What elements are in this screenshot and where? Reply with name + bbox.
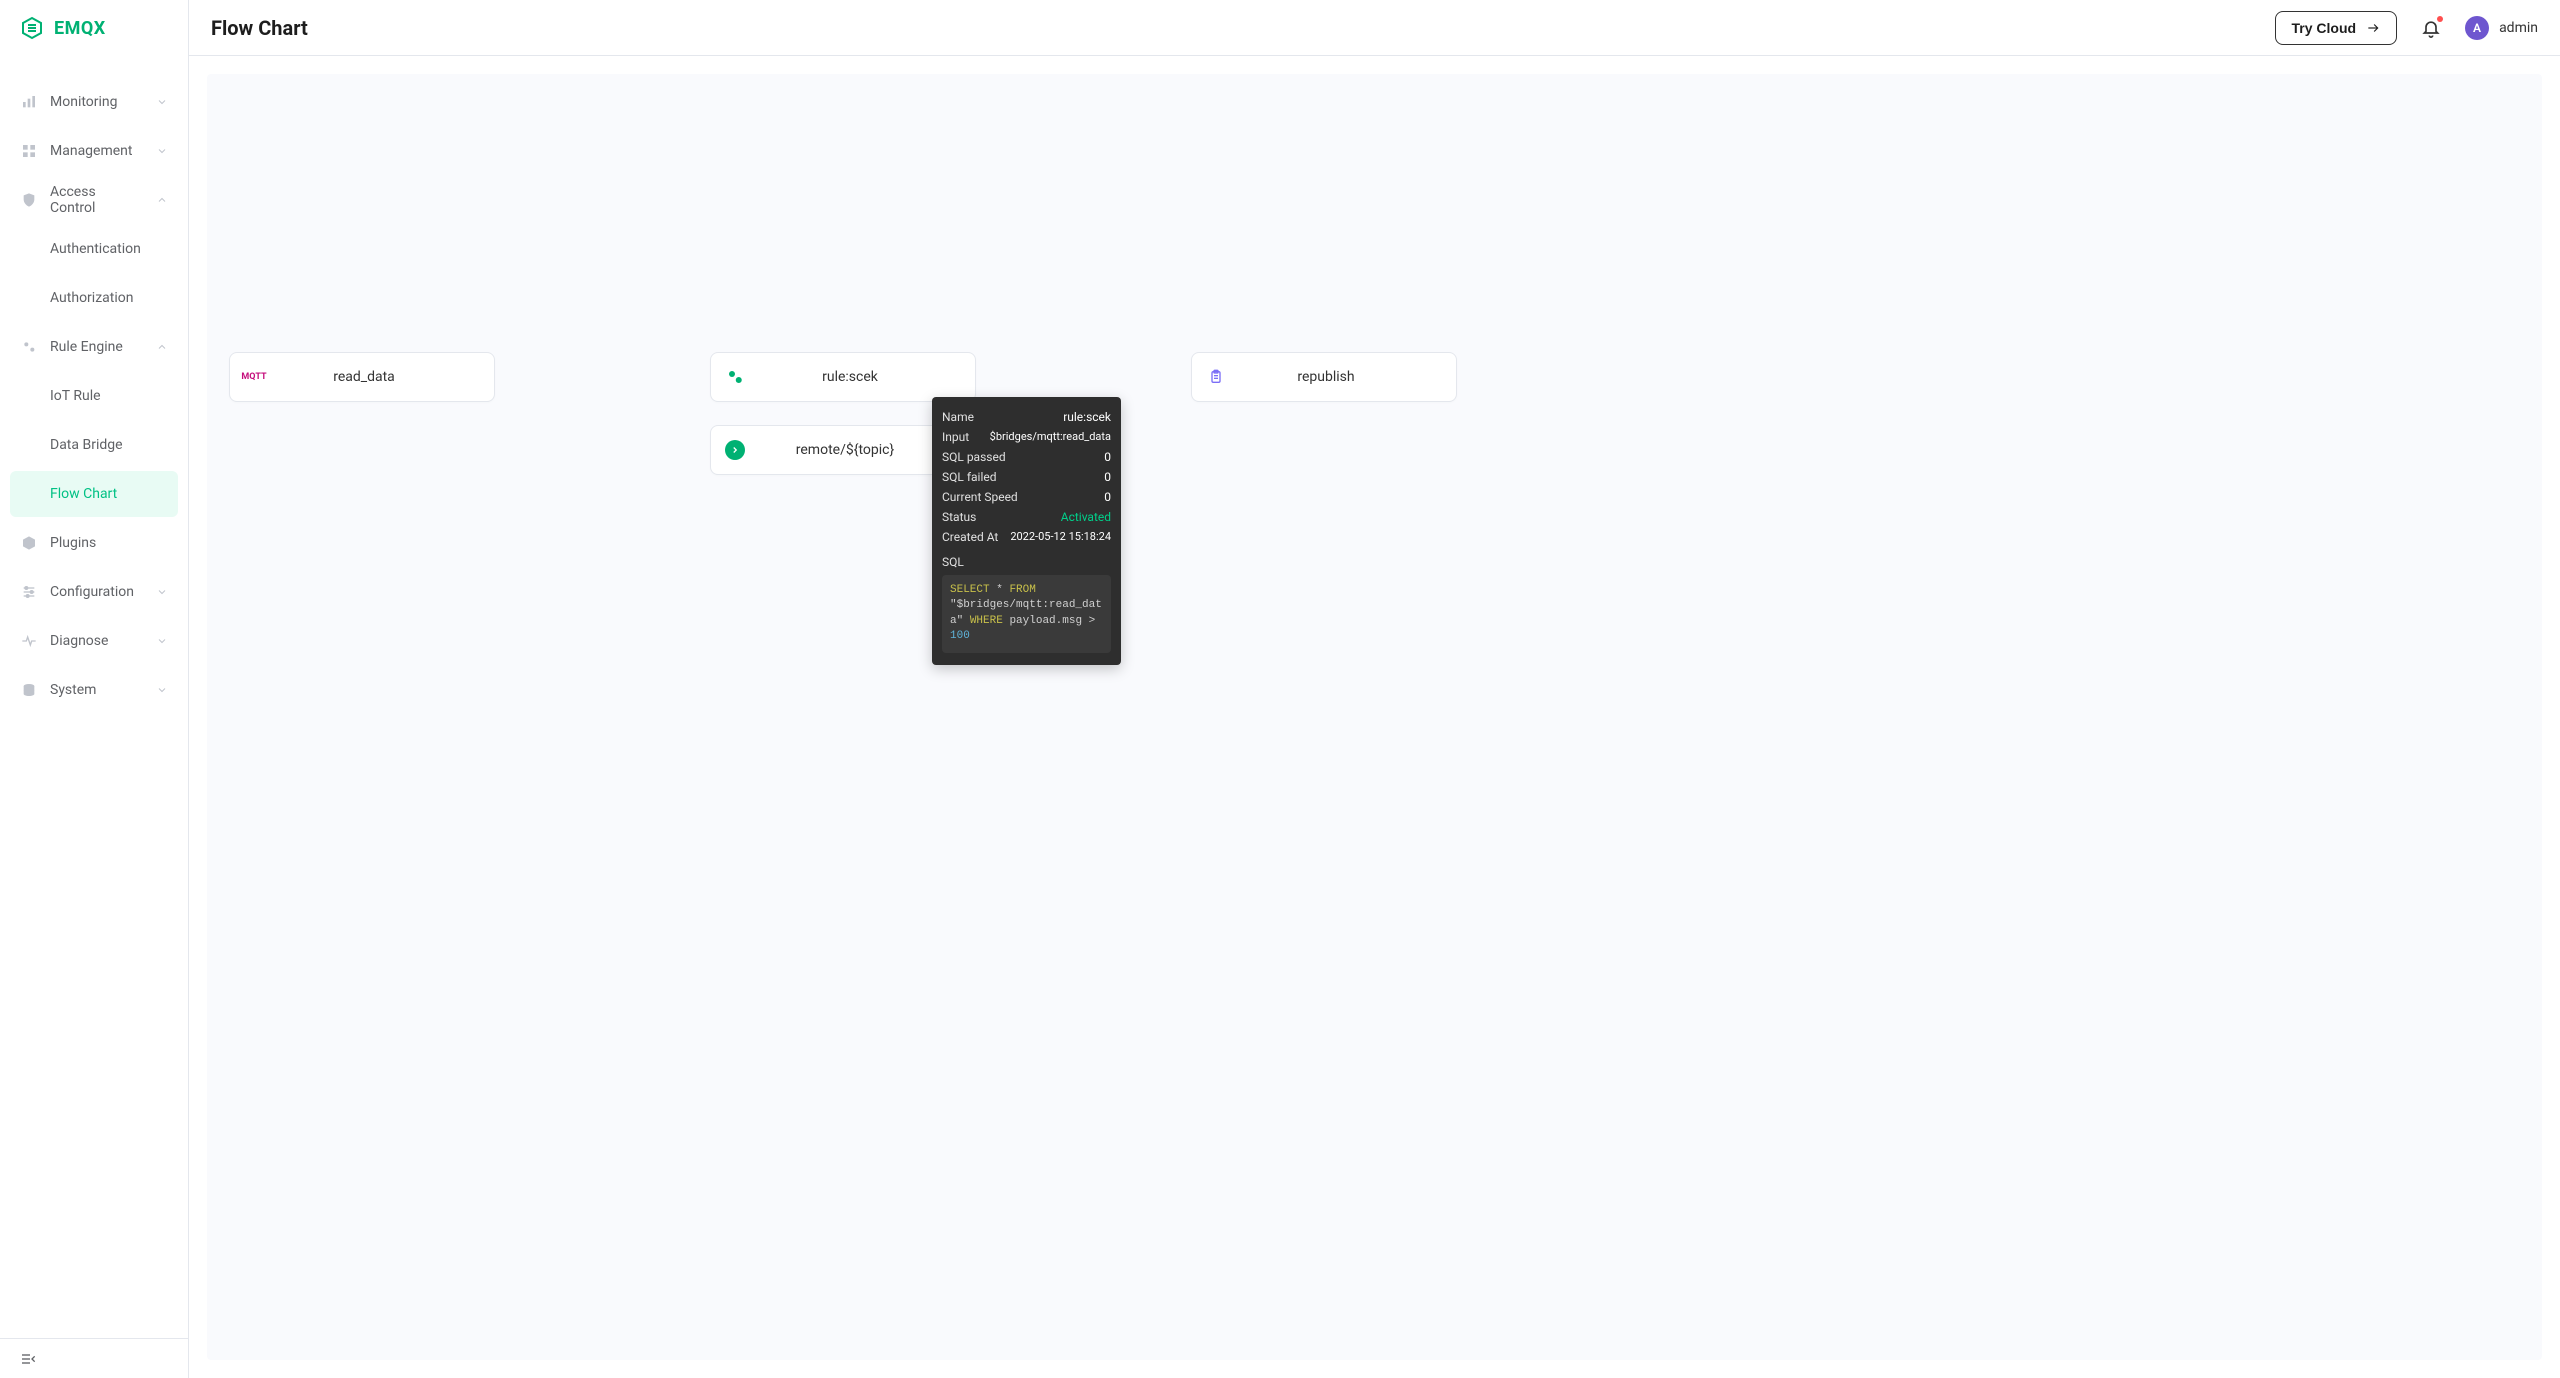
- chart-bar-icon: [20, 93, 38, 111]
- sidebar-item-configuration[interactable]: Configuration: [10, 569, 178, 615]
- node-rule[interactable]: rule:scek: [710, 352, 976, 402]
- node-label: republish: [1240, 369, 1442, 385]
- chevron-up-icon: [156, 341, 168, 353]
- pv-sql-failed-label: SQL failed: [942, 470, 997, 484]
- brand-text: EMQX: [54, 18, 106, 39]
- sidebar-item-label: Access Control: [50, 184, 144, 216]
- chevron-down-icon: [156, 96, 168, 108]
- sidebar-item-plugins[interactable]: Plugins: [10, 520, 178, 566]
- pv-status-label: Status: [942, 510, 976, 524]
- rule-tooltip: Name rule:scek Input $bridges/mqtt:read_…: [932, 397, 1121, 665]
- logo[interactable]: EMQX: [0, 0, 188, 56]
- notification-dot: [2437, 16, 2443, 22]
- sidebar-item-data-bridge[interactable]: Data Bridge: [10, 422, 178, 468]
- chevron-down-icon: [156, 635, 168, 647]
- pv-name-label: Name: [942, 410, 974, 424]
- main: Flow Chart Try Cloud A admin: [189, 0, 2560, 1378]
- pv-sql-passed-label: SQL passed: [942, 450, 1006, 464]
- page-title: Flow Chart: [211, 16, 2275, 40]
- node-republish[interactable]: republish: [1191, 352, 1457, 402]
- user-menu[interactable]: A admin: [2465, 16, 2538, 40]
- header: Flow Chart Try Cloud A admin: [189, 0, 2560, 56]
- stack-icon: [20, 681, 38, 699]
- pv-sql: SELECT * FROM "$bridges/mqtt:read_data" …: [942, 575, 1111, 653]
- nav: Monitoring Management Access Control: [0, 56, 188, 1338]
- pv-status: Activated: [1061, 510, 1111, 524]
- sidebar-item-access-control[interactable]: Access Control: [10, 177, 178, 223]
- mqtt-icon: MQTT: [244, 367, 264, 387]
- chevron-down-icon: [156, 586, 168, 598]
- sidebar-item-rule-engine[interactable]: Rule Engine: [10, 324, 178, 370]
- pv-speed-label: Current Speed: [942, 490, 1018, 504]
- pv-sql-failed: 0: [1104, 470, 1111, 484]
- pv-name: rule:scek: [1063, 410, 1111, 424]
- collapse-icon: [20, 1351, 36, 1367]
- sidebar-item-flow-chart[interactable]: Flow Chart: [10, 471, 178, 517]
- sidebar-item-label: Authorization: [50, 290, 168, 306]
- sidebar: EMQX Monitoring Management: [0, 0, 189, 1378]
- node-read-data[interactable]: MQTT read_data: [229, 352, 495, 402]
- notifications-button[interactable]: [2421, 18, 2441, 38]
- sliders-icon: [20, 583, 38, 601]
- sidebar-item-authorization[interactable]: Authorization: [10, 275, 178, 321]
- sidebar-item-label: System: [50, 682, 144, 698]
- sidebar-item-authentication[interactable]: Authentication: [10, 226, 178, 272]
- sidebar-item-label: Data Bridge: [50, 437, 168, 453]
- sidebar-item-label: IoT Rule: [50, 388, 168, 404]
- gears-icon: [20, 338, 38, 356]
- pv-sql-label: SQL: [942, 555, 1111, 569]
- edges-layer: [207, 74, 507, 224]
- sidebar-item-diagnose[interactable]: Diagnose: [10, 618, 178, 664]
- sidebar-item-monitoring[interactable]: Monitoring: [10, 79, 178, 125]
- gears-icon: [725, 367, 745, 387]
- pv-speed: 0: [1104, 490, 1111, 504]
- chevron-down-icon: [156, 684, 168, 696]
- try-cloud-label: Try Cloud: [2292, 20, 2357, 36]
- node-label: read_data: [278, 369, 480, 385]
- sidebar-item-iot-rule[interactable]: IoT Rule: [10, 373, 178, 419]
- pv-input: $bridges/mqtt:read_data: [990, 430, 1111, 444]
- user-name: admin: [2499, 20, 2538, 36]
- sidebar-item-label: Diagnose: [50, 633, 144, 649]
- topic-icon: [725, 440, 745, 460]
- clipboard-icon: [1206, 367, 1226, 387]
- sidebar-item-label: Authentication: [50, 241, 168, 257]
- sidebar-item-label: Rule Engine: [50, 339, 144, 355]
- sidebar-item-label: Management: [50, 143, 144, 159]
- node-label: rule:scek: [759, 369, 961, 385]
- canvas-wrap: MQTT read_data rule:scek remote/${topic}: [189, 56, 2560, 1378]
- pv-created: 2022-05-12 15:18:24: [1010, 530, 1111, 544]
- grid-icon: [20, 142, 38, 160]
- sidebar-item-label: Flow Chart: [50, 486, 168, 502]
- logo-icon: [20, 16, 44, 40]
- arrow-right-icon: [2366, 21, 2380, 35]
- node-label: remote/${topic}: [759, 442, 961, 458]
- avatar: A: [2465, 16, 2489, 40]
- chevron-up-icon: [156, 194, 168, 206]
- pv-sql-passed: 0: [1104, 450, 1111, 464]
- pv-created-label: Created At: [942, 530, 998, 544]
- sidebar-item-system[interactable]: System: [10, 667, 178, 713]
- sidebar-item-label: Monitoring: [50, 94, 144, 110]
- cube-icon: [20, 534, 38, 552]
- try-cloud-button[interactable]: Try Cloud: [2275, 11, 2398, 45]
- collapse-sidebar-button[interactable]: [0, 1338, 188, 1378]
- flow-canvas[interactable]: MQTT read_data rule:scek remote/${topic}: [207, 74, 2542, 1360]
- sidebar-item-label: Plugins: [50, 535, 168, 551]
- pv-input-label: Input: [942, 430, 969, 444]
- shield-icon: [20, 191, 38, 209]
- chevron-down-icon: [156, 145, 168, 157]
- sidebar-item-management[interactable]: Management: [10, 128, 178, 174]
- pulse-icon: [20, 632, 38, 650]
- sidebar-item-label: Configuration: [50, 584, 144, 600]
